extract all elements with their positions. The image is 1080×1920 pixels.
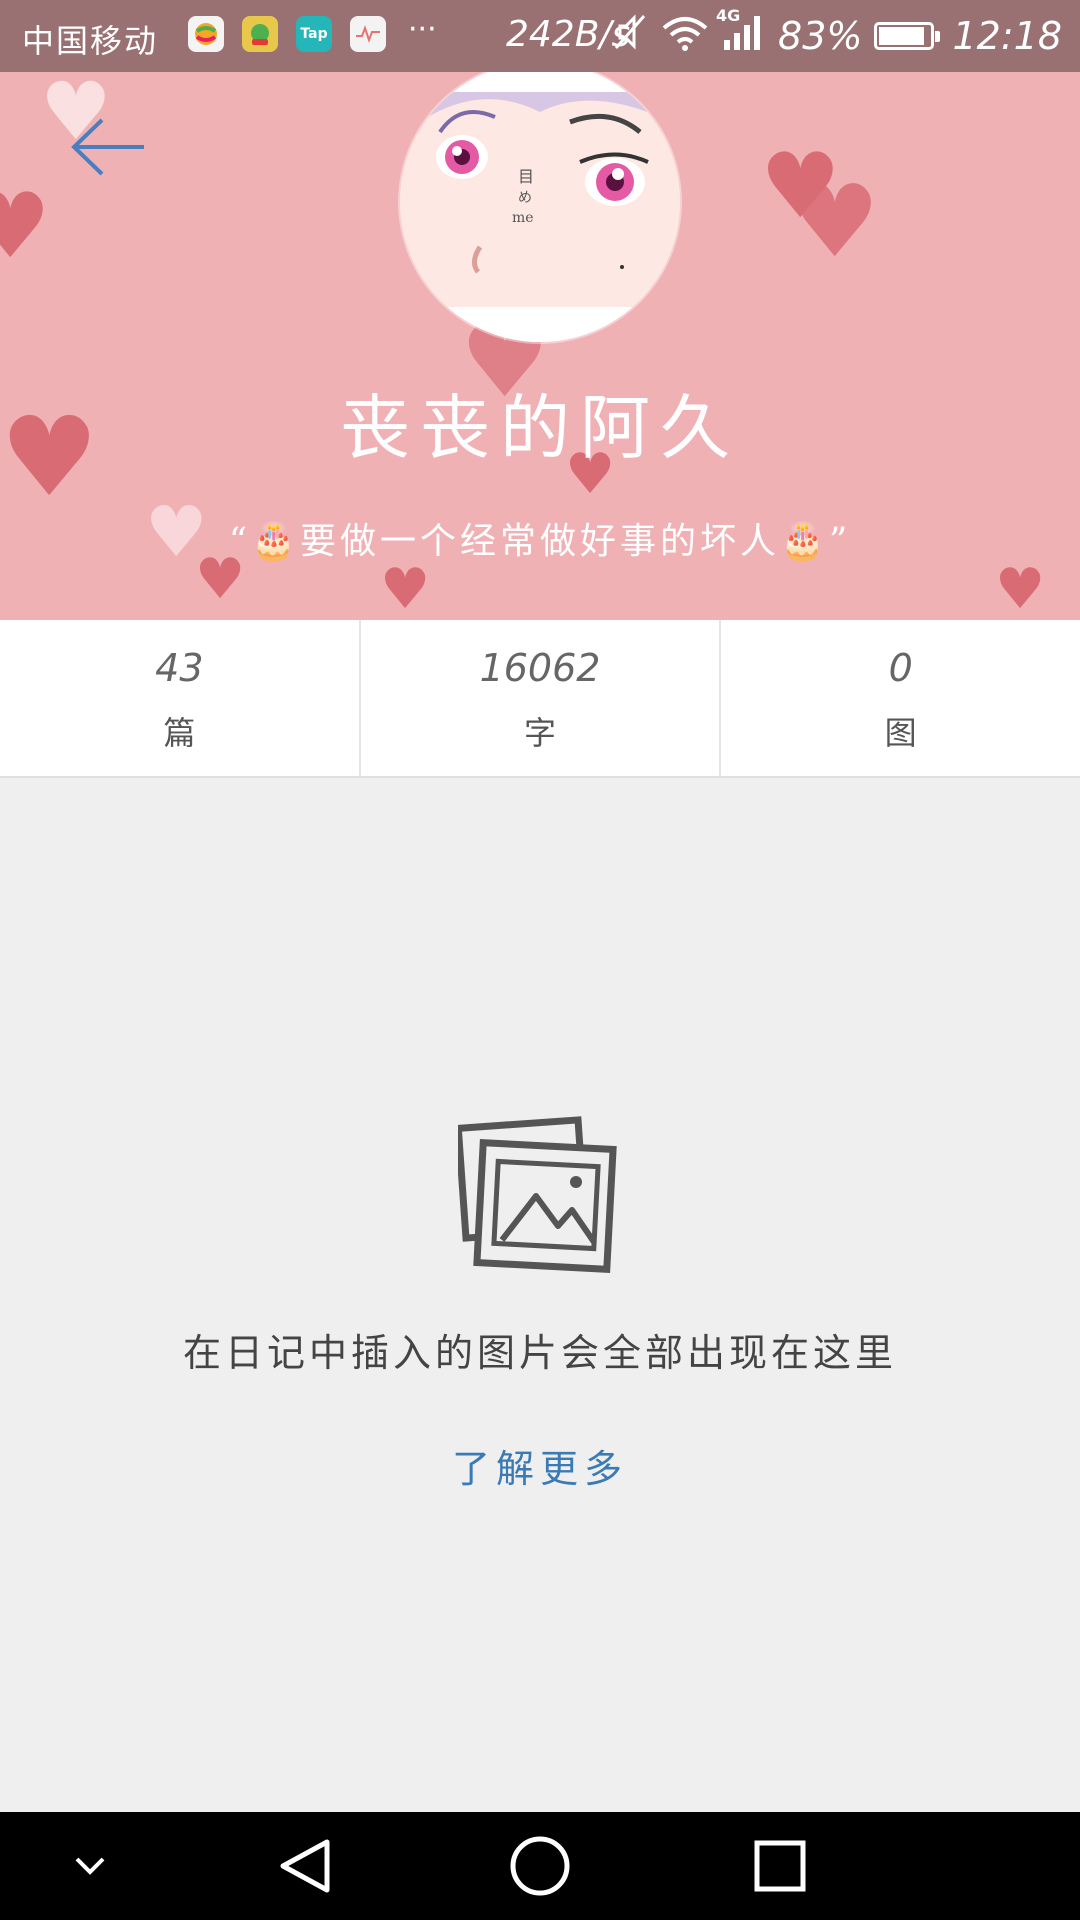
svg-text:me: me (512, 210, 534, 226)
more-notifications-icon: ··· (408, 12, 437, 47)
nav-home-button[interactable] (485, 1812, 595, 1920)
collapse-button[interactable] (50, 1812, 130, 1920)
status-right: 4G 83% 12:18 (612, 6, 1062, 64)
cell-signal-icon: 4G (716, 6, 766, 61)
chevron-down-icon (75, 1857, 105, 1875)
heart-decoration-icon: ♥ (995, 557, 1046, 620)
system-nav-bar (0, 1812, 1080, 1920)
svg-text:目: 目 (518, 167, 534, 186)
photos-icon (454, 1110, 622, 1274)
square-recents-icon (754, 1840, 806, 1892)
stat-value: 16062 (479, 646, 601, 690)
arrow-left-icon (71, 118, 144, 176)
heart-decoration-icon: ♥ (380, 557, 431, 620)
profile-motto: “🎂要做一个经常做好事的坏人🎂” (228, 521, 852, 562)
health-app-icon (350, 16, 386, 52)
stat-value: 0 (888, 646, 913, 690)
circle-home-icon (510, 1836, 570, 1896)
avatar[interactable]: 目 め me (400, 72, 680, 342)
stats-bar: 43 篇 16062 字 0 图 (0, 620, 1080, 778)
stat-value: 43 (155, 646, 204, 690)
empty-state-message: 在日记中插入的图片会全部出现在这里 (182, 1331, 897, 1375)
stat-unit: 字 (524, 714, 557, 752)
stat-words[interactable]: 16062 字 (361, 620, 722, 776)
network-type: 4G (716, 5, 741, 25)
ball-app-icon (188, 16, 224, 52)
clock: 12:18 (952, 14, 1062, 58)
wifi-icon (660, 12, 710, 61)
profile-header: ♥ ♥ ♥ ♥ ♥ ♥ ♥ ♥ ♥ ♥ ♥ 目 め me 丧丧的阿久 “🎂要做一… (0, 72, 1080, 620)
learn-more-link[interactable]: 了解更多 (0, 1438, 1080, 1493)
stat-images[interactable]: 0 图 (721, 620, 1080, 776)
battery-percent: 83% (778, 14, 863, 58)
taptap-app-icon: Tap (296, 16, 332, 52)
stat-unit: 图 (884, 714, 917, 752)
triangle-back-icon (280, 1839, 330, 1893)
game-app-icon (242, 16, 278, 52)
battery-icon (874, 22, 941, 50)
nav-recents-button[interactable] (725, 1812, 835, 1920)
nav-back-button[interactable] (250, 1812, 360, 1920)
back-button[interactable] (68, 112, 148, 182)
stat-articles[interactable]: 43 篇 (0, 620, 361, 776)
stat-unit: 篇 (163, 714, 196, 752)
profile-name: 丧丧的阿久 (340, 387, 740, 469)
carrier-name: 中国移动 (22, 22, 159, 60)
heart-decoration-icon: ♥ (0, 174, 51, 279)
notification-icons: Tap (188, 16, 386, 52)
svg-text:め: め (518, 190, 532, 206)
heart-decoration-icon: ♥ (790, 163, 880, 280)
avatar-image: 目 め me (400, 72, 680, 342)
mute-icon (612, 12, 648, 61)
status-bar: 中国移动 Tap ··· 242B/s 4G 83% 12:18 (0, 0, 1080, 72)
